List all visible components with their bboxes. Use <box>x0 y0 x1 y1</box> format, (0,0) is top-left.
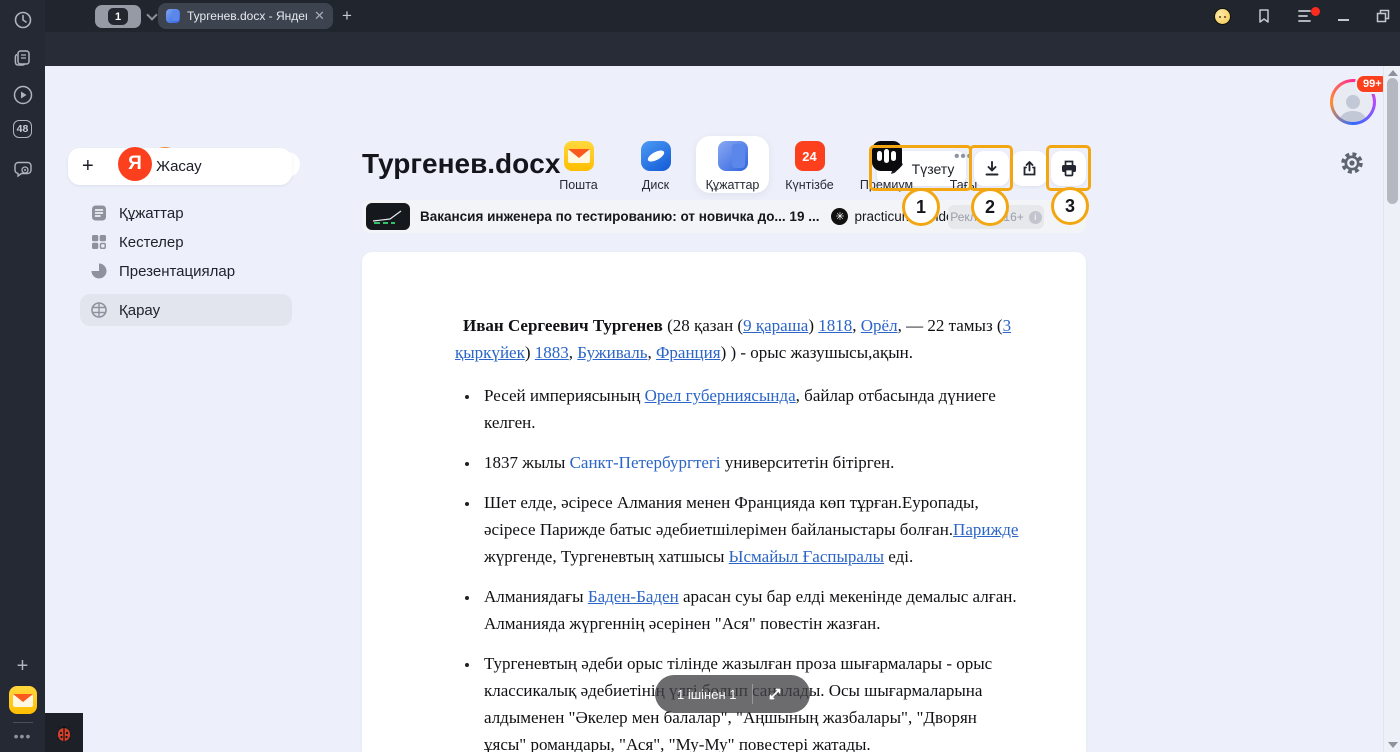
settings-gear-icon[interactable] <box>1339 150 1365 176</box>
document-icon <box>90 204 108 222</box>
fullscreen-icon[interactable] <box>767 686 783 702</box>
annotation-box-3 <box>1046 145 1091 191</box>
scroll-up-icon[interactable] <box>1388 70 1398 76</box>
restore-button[interactable] <box>1373 0 1393 32</box>
yandex-logo-icon: Я <box>118 147 152 181</box>
tab-title: Тургенев.docx - Яндекс <box>187 9 307 23</box>
play-icon[interactable] <box>0 84 45 106</box>
bookmarks-panel-icon[interactable] <box>1253 0 1275 32</box>
ad-headline: Вакансия инженера по тестированию: от но… <box>420 209 819 224</box>
calendar-icon: 24 <box>795 141 825 171</box>
annotation-box-1 <box>869 145 972 191</box>
menu-notification-dot <box>1311 7 1320 16</box>
document-title: Тургенев.docx <box>362 148 560 180</box>
tables-icon <box>90 233 108 251</box>
annotation-marker-1: 1 <box>902 188 940 226</box>
screenshot-icon[interactable] <box>0 158 45 180</box>
sidebar-item-label: Презентациялар <box>119 263 235 280</box>
nav-label: Күнтізбе <box>785 178 834 192</box>
globe-icon <box>90 301 108 319</box>
annotation-box-2 <box>969 145 1013 191</box>
sidebar-item-tables[interactable]: Кестелер <box>80 227 292 257</box>
plus-icon: + <box>82 155 94 178</box>
annotation-marker-3: 3 <box>1051 187 1089 225</box>
nav-item-documents[interactable]: Құжаттар <box>694 136 771 192</box>
nav-label: Пошта <box>559 178 598 192</box>
page-scrollbar[interactable] <box>1383 66 1400 752</box>
sidebar-more-icon[interactable]: ••• <box>0 728 45 744</box>
share-icon <box>1021 160 1038 177</box>
browser-profile-avatar[interactable] <box>1211 0 1233 32</box>
history-icon[interactable] <box>0 10 45 30</box>
presentations-icon <box>90 262 108 280</box>
app-header: Я 360 Лайт Пошта Диск Құжаттар 24 Күнтіз… <box>45 66 1383 132</box>
mail-icon <box>564 141 594 171</box>
bug-overlay-tile <box>45 713 83 752</box>
practicum-logo-icon: ✳ <box>831 208 848 225</box>
tab-favicon-docs <box>166 9 180 23</box>
nav-label: Диск <box>642 178 669 192</box>
document-intro-paragraph: Иван Сергеевич Тургенев (28 қазан (9 қар… <box>455 312 1026 366</box>
document-bullet: Ресей империясының Орел губерниясында, б… <box>480 382 1020 436</box>
new-tab-button[interactable]: + <box>342 6 352 26</box>
sidebar-item-label: Қарау <box>119 302 160 319</box>
ad-thumbnail <box>366 203 410 230</box>
nav-item-disk[interactable]: Диск <box>617 136 694 192</box>
browser-sidebar: 48 + ••• <box>0 0 45 752</box>
tab-group-count: 1 <box>108 8 128 25</box>
badge-48-label: 48 <box>13 120 33 138</box>
disk-icon <box>641 141 671 171</box>
sidebar-item-label: Кестелер <box>119 234 184 251</box>
sidebar-item-presentations[interactable]: Презентациялар <box>80 256 292 286</box>
share-button[interactable] <box>1012 151 1047 186</box>
sidebar-item-label: Құжаттар <box>119 205 184 222</box>
scrollbar-thumb[interactable] <box>1387 78 1398 204</box>
pill-divider <box>752 684 753 704</box>
badge-48-icon[interactable]: 48 <box>0 120 45 138</box>
sidebar-add-icon[interactable]: + <box>0 655 45 678</box>
nav-label: Құжаттар <box>706 178 760 192</box>
sidebar-divider <box>0 722 45 723</box>
tab-bar: 1 Тургенев.docx - Яндекс ✕ + × <box>45 0 1400 32</box>
person-silhouette-icon <box>1336 92 1370 122</box>
create-button[interactable]: + Жасау <box>68 148 292 185</box>
tab-group-chevron-icon[interactable] <box>148 11 156 19</box>
page-indicator-pill[interactable]: 1 ішінен 1 <box>655 675 810 713</box>
scroll-down-icon[interactable] <box>1388 742 1398 748</box>
page-indicator-label: 1 ішінен 1 <box>677 687 736 702</box>
address-bar: docs.yandex.ru Тургенев.docx - Яндекс Құ… <box>45 32 1400 66</box>
sidebar-item-documents[interactable]: Құжаттар <box>80 198 292 228</box>
browser-menu-icon[interactable] <box>1293 0 1319 32</box>
active-tab[interactable]: Тургенев.docx - Яндекс ✕ <box>158 3 333 29</box>
sidebar-item-view[interactable]: Қарау <box>80 294 292 326</box>
minimize-button[interactable] <box>1333 0 1353 32</box>
yandex-mail-icon[interactable] <box>0 686 45 714</box>
copy-pages-icon[interactable] <box>0 48 45 68</box>
document-bullet: Алманиядағы Баден-Баден арасан суы бар е… <box>480 583 1020 637</box>
ladybug-icon <box>52 721 76 745</box>
documents-icon <box>718 141 748 171</box>
document-bullet: Шет елде, әсіресе Алмания менен Францияд… <box>480 489 1020 570</box>
tab-close-icon[interactable]: ✕ <box>314 8 325 24</box>
tab-group-button[interactable]: 1 <box>95 5 141 28</box>
nav-item-calendar[interactable]: 24 Күнтізбе <box>771 136 848 192</box>
document-bullet: 1837 жылы Санкт-Петербургтегі университе… <box>480 449 1020 476</box>
annotation-marker-2: 2 <box>971 188 1009 226</box>
info-icon[interactable]: i <box>1029 211 1042 224</box>
